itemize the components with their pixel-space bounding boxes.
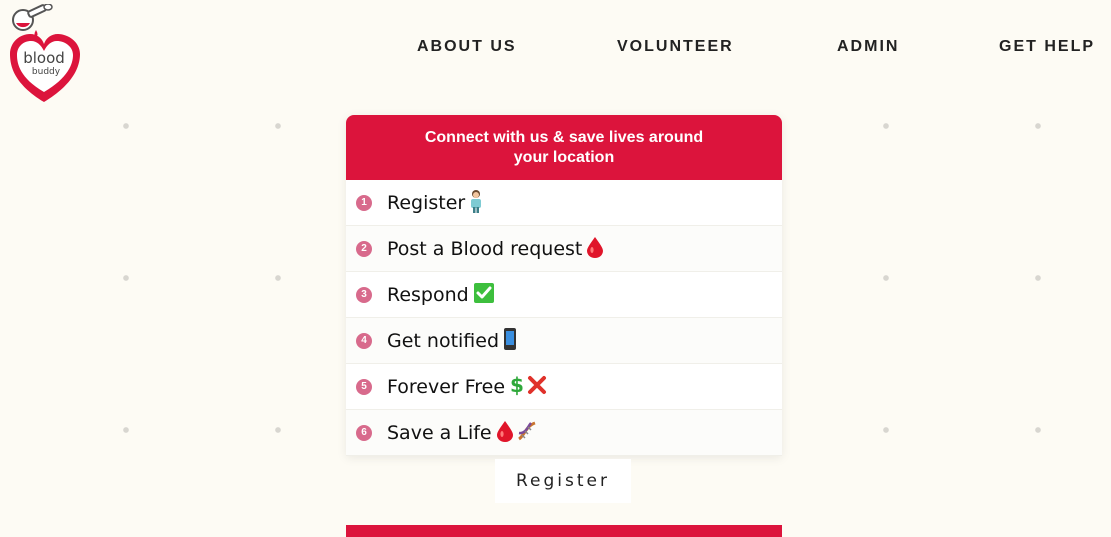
main-nav: ABOUT US VOLUNTEER ADMIN GET HELP <box>0 38 1111 62</box>
step-forever-free: 5 Forever Free $ <box>346 364 782 410</box>
step-label: Save a Life <box>387 421 492 444</box>
blood-drop-icon <box>496 420 514 446</box>
step-label: Get notified <box>387 329 500 352</box>
step-number-badge: 4 <box>356 332 372 349</box>
steps-card: Connect with us & save lives around your… <box>346 115 782 456</box>
step-label: Post a Blood request <box>387 237 583 260</box>
step-number-badge: 6 <box>356 424 372 441</box>
steps-list: 1 Register 2 Post a Blood request 3 Resp… <box>346 180 782 456</box>
step-get-notified: 4 Get notified <box>346 318 782 364</box>
steps-card-title: Connect with us & save lives around your… <box>346 115 782 180</box>
step-number-badge: 5 <box>356 378 372 395</box>
nav-admin[interactable]: ADMIN <box>837 38 899 56</box>
step-number-badge: 2 <box>356 240 372 257</box>
check-mark-icon <box>473 282 495 308</box>
dna-icon <box>516 420 538 446</box>
step-label: Forever Free <box>387 375 506 398</box>
cross-mark-icon <box>527 375 547 399</box>
blood-drop-icon <box>586 236 604 262</box>
next-section-header <box>346 525 782 537</box>
step-post-blood-request: 2 Post a Blood request <box>346 226 782 272</box>
logo-text-buddy: buddy <box>32 67 61 77</box>
svg-text:$: $ <box>510 374 524 396</box>
register-button[interactable]: Register <box>495 459 631 503</box>
step-register: 1 Register <box>346 180 782 226</box>
nav-get-help[interactable]: GET HELP <box>999 38 1095 56</box>
step-number-badge: 3 <box>356 286 372 303</box>
step-save-a-life: 6 Save a Life <box>346 410 782 456</box>
health-worker-icon <box>469 189 483 217</box>
step-number-badge: 1 <box>356 194 372 211</box>
nav-volunteer[interactable]: VOLUNTEER <box>617 38 734 56</box>
step-respond: 3 Respond <box>346 272 782 318</box>
dollar-sign-icon: $ <box>509 373 525 400</box>
step-label: Respond <box>387 283 469 306</box>
mobile-phone-icon <box>503 327 517 355</box>
site-header: blood buddy ABOUT US VOLUNTEER ADMIN GET… <box>0 0 1111 110</box>
nav-about-us[interactable]: ABOUT US <box>417 38 517 56</box>
step-label: Register <box>387 191 466 214</box>
